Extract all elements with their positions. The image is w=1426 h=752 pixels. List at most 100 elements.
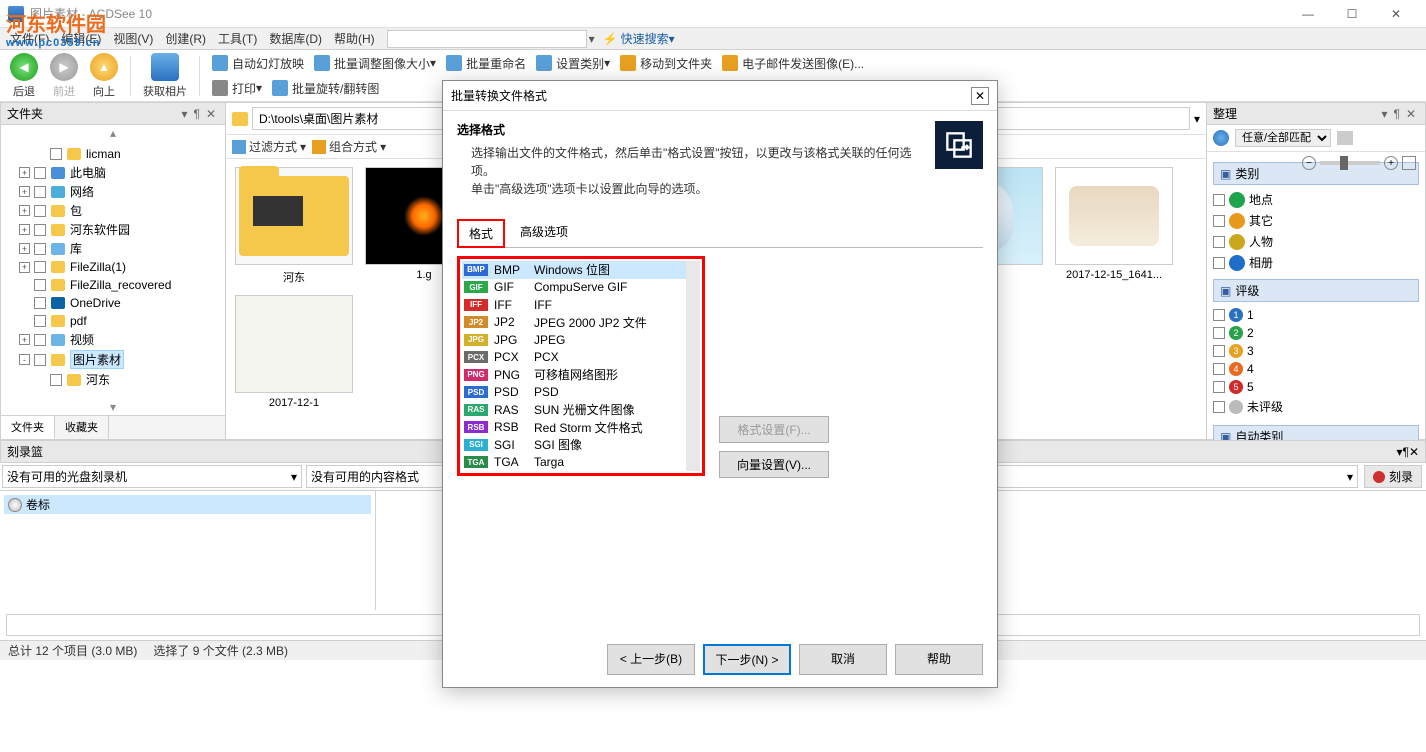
help-button[interactable]: 帮助 xyxy=(895,644,983,675)
tab-favorites[interactable]: 收藏夹 xyxy=(55,416,109,439)
format-list-item[interactable]: PNGPNG可移植网络图形 xyxy=(462,366,700,384)
dialog-close-button[interactable]: ✕ xyxy=(971,87,989,105)
print-button[interactable]: 打印 ▾ xyxy=(208,78,266,99)
format-list-item[interactable]: IFFIFFIFF xyxy=(462,296,700,314)
folder-tree-item[interactable]: licman xyxy=(35,145,223,163)
category-item[interactable]: 地点 xyxy=(1213,189,1419,210)
menubar: 文件(F) 编辑(E) 视图(V) 创建(R) 工具(T) 数据库(D) 帮助(… xyxy=(0,28,1426,50)
category-item[interactable]: 其它 xyxy=(1213,210,1419,231)
close-button[interactable]: ✕ xyxy=(1374,0,1418,28)
folder-tree-item[interactable]: +网络 xyxy=(19,182,223,201)
new-icon[interactable] xyxy=(1337,131,1353,145)
format-list[interactable]: BMPBMPWindows 位图GIFGIFCompuServe GIFIFFI… xyxy=(457,256,705,476)
format-list-item[interactable]: PSDPSDPSD xyxy=(462,384,700,402)
move-folder-button[interactable]: 移动到文件夹 xyxy=(616,53,716,74)
back-button[interactable]: ◀后退 xyxy=(6,51,42,101)
panel-close-icon[interactable]: ✕ xyxy=(1409,445,1419,459)
format-list-item[interactable]: RASRASSUN 光栅文件图像 xyxy=(462,401,700,419)
rating-item[interactable]: 22 xyxy=(1213,324,1419,342)
menu-view[interactable]: 视图(V) xyxy=(107,28,159,49)
panel-close-icon[interactable]: ✕ xyxy=(203,107,219,121)
cancel-button[interactable]: 取消 xyxy=(799,644,887,675)
minimize-button[interactable]: — xyxy=(1286,0,1330,28)
format-settings-button[interactable]: 格式设置(F)... xyxy=(719,416,829,443)
panel-close-icon[interactable]: ✕ xyxy=(1403,107,1419,121)
menu-edit[interactable]: 编辑(E) xyxy=(55,28,107,49)
folder-tree-item[interactable]: +库 xyxy=(19,239,223,258)
batch-resize-button[interactable]: 批量调整图像大小 ▾ xyxy=(310,53,440,74)
view-mode-icon[interactable] xyxy=(1402,156,1416,170)
folder-tree-item[interactable]: -图片素材 xyxy=(19,349,223,370)
burn-button[interactable]: 刻录 xyxy=(1364,465,1422,488)
rating-item[interactable]: 33 xyxy=(1213,342,1419,360)
menu-tools[interactable]: 工具(T) xyxy=(212,28,263,49)
format-list-item[interactable]: TGATGATarga xyxy=(462,454,700,472)
zoom-in-icon[interactable]: + xyxy=(1384,156,1398,170)
format-list-item[interactable]: TIFTIFF标记图像文件格式 xyxy=(462,471,700,476)
tab-advanced[interactable]: 高级选项 xyxy=(509,218,579,247)
filter-dropdown[interactable]: 过滤方式 ▾ xyxy=(232,138,306,155)
burn-tree[interactable]: 卷标 xyxy=(0,491,376,610)
thumbnail-item[interactable]: 2017-12-15_1641... xyxy=(1054,167,1174,285)
volume-label[interactable]: 卷标 xyxy=(4,495,371,514)
maximize-button[interactable]: ☐ xyxy=(1330,0,1374,28)
panel-pin-icon[interactable]: ¶ xyxy=(190,107,202,121)
tab-folders[interactable]: 文件夹 xyxy=(1,416,55,439)
folder-tree-item[interactable]: FileZilla_recovered xyxy=(19,276,223,294)
category-item[interactable]: 相册 xyxy=(1213,252,1419,273)
next-button[interactable]: 下一步(N) > xyxy=(703,644,791,675)
menu-file[interactable]: 文件(F) xyxy=(4,28,55,49)
format-list-item[interactable]: JP2JP2JPEG 2000 JP2 文件 xyxy=(462,314,700,332)
folder-tree-item[interactable]: +视频 xyxy=(19,330,223,349)
scroll-up-icon[interactable]: ▴ xyxy=(1,125,225,141)
category-item[interactable]: 人物 xyxy=(1213,231,1419,252)
folder-tree-item[interactable]: OneDrive xyxy=(19,294,223,312)
folder-tree-item[interactable]: +此电脑 xyxy=(19,163,223,182)
thumbnail-item[interactable]: 2017-12-1 xyxy=(234,295,354,409)
batch-rotate-button[interactable]: 批量旋转/翻转图 xyxy=(268,78,383,99)
tab-format[interactable]: 格式 xyxy=(457,219,505,248)
rating-item[interactable]: 未评级 xyxy=(1213,396,1419,417)
dialog-desc-2: 单击"高级选项"选项卡以设置此向导的选项。 xyxy=(457,180,923,198)
match-select[interactable]: 任意/全部匹配 xyxy=(1235,129,1331,147)
menu-create[interactable]: 创建(R) xyxy=(159,28,212,49)
folder-tree-item[interactable]: pdf xyxy=(19,312,223,330)
folder-tree-item[interactable]: +FileZilla(1) xyxy=(19,258,223,276)
group-dropdown[interactable]: 组合方式 ▾ xyxy=(312,138,386,155)
thumbnail-item[interactable]: 河东 xyxy=(234,167,354,285)
format-list-item[interactable]: PCXPCXPCX xyxy=(462,349,700,367)
drive-select[interactable]: 没有可用的光盘刻录机▾ xyxy=(2,465,302,488)
prev-button[interactable]: < 上一步(B) xyxy=(607,644,695,675)
get-photos-button[interactable]: 获取相片 xyxy=(139,51,191,101)
rating-item[interactable]: 11 xyxy=(1213,306,1419,324)
format-list-item[interactable]: BMPBMPWindows 位图 xyxy=(462,261,700,279)
menubar-search-input[interactable] xyxy=(387,30,587,48)
zoom-slider[interactable]: − + xyxy=(1302,156,1416,170)
zoom-out-icon[interactable]: − xyxy=(1302,156,1316,170)
menu-help[interactable]: 帮助(H) xyxy=(328,28,381,49)
menu-database[interactable]: 数据库(D) xyxy=(263,28,328,49)
batch-rename-button[interactable]: 批量重命名 xyxy=(442,53,530,74)
folder-tree-item[interactable]: +河东软件园 xyxy=(19,220,223,239)
folder-tree-item[interactable]: 河东 xyxy=(35,370,223,389)
folder-tree[interactable]: licman+此电脑+网络+包+河东软件园+库+FileZilla(1)File… xyxy=(1,141,225,399)
rating-item[interactable]: 44 xyxy=(1213,360,1419,378)
scroll-down-icon[interactable]: ▾ xyxy=(1,399,225,415)
format-list-item[interactable]: SGISGISGI 图像 xyxy=(462,436,700,454)
forward-button[interactable]: ▶前进 xyxy=(46,51,82,101)
set-category-button[interactable]: 设置类别 ▾ xyxy=(532,53,614,74)
vector-settings-button[interactable]: 向量设置(V)... xyxy=(719,451,829,478)
quick-search-label[interactable]: ⚡快速搜索 ▾ xyxy=(603,30,675,47)
path-dropdown-icon[interactable]: ▾ xyxy=(1194,112,1200,126)
format-list-item[interactable]: GIFGIFCompuServe GIF xyxy=(462,279,700,297)
folder-tree-item[interactable]: +包 xyxy=(19,201,223,220)
format-list-item[interactable]: RSBRSBRed Storm 文件格式 xyxy=(462,419,700,437)
up-button[interactable]: ▲向上 xyxy=(86,51,122,101)
panel-pin-icon[interactable]: ▾ xyxy=(178,107,190,121)
folders-panel-title: 文件夹 xyxy=(7,105,43,122)
slideshow-button[interactable]: 自动幻灯放映 xyxy=(208,53,308,74)
format-list-item[interactable]: JPGJPGJPEG xyxy=(462,331,700,349)
rating-item[interactable]: 55 xyxy=(1213,378,1419,396)
email-image-button[interactable]: 电子邮件发送图像(E)... xyxy=(718,53,868,74)
rating-header[interactable]: ▣评级 xyxy=(1213,279,1419,302)
